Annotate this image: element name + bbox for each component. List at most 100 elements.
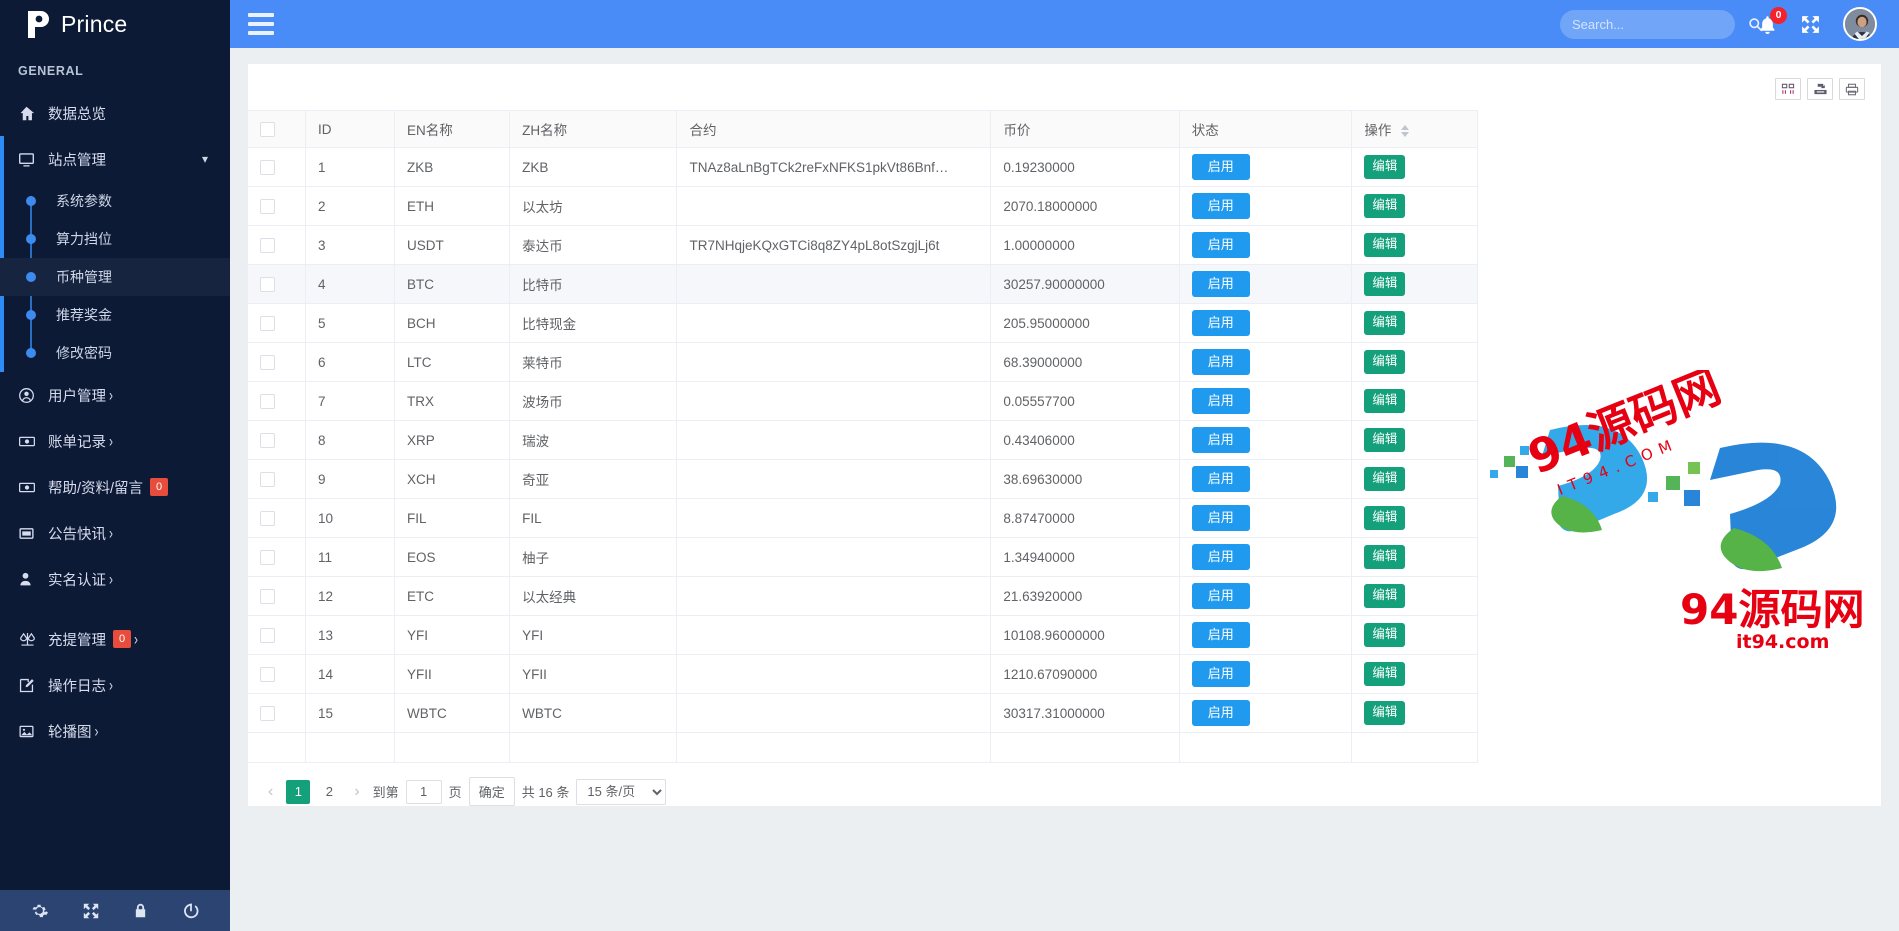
sidebar-item-site-management[interactable]: 站点管理 ▾ — [0, 136, 230, 182]
sidebar-subitem-referral-bonus[interactable]: 推荐奖金 — [0, 296, 230, 334]
enable-button[interactable]: 启用 — [1191, 699, 1250, 727]
column-header-zh-name[interactable]: ZH名称 — [509, 110, 678, 148]
row-checkbox[interactable] — [260, 627, 275, 643]
enable-button[interactable]: 启用 — [1191, 543, 1250, 571]
sidebar-subitem-change-password[interactable]: 修改密码 — [0, 334, 230, 372]
row-checkbox[interactable] — [260, 237, 275, 253]
table-row[interactable]: 15 WBTC WBTC 30317.31000000 启用 编辑 — [248, 693, 1478, 733]
power-icon[interactable] — [182, 902, 200, 920]
enable-button[interactable]: 启用 — [1191, 192, 1250, 220]
columns-icon[interactable] — [1775, 78, 1801, 100]
table-row[interactable]: 1 ZKB ZKB TNAz8aLnBgTCk2reFxNFKS1pkVt86Bnf…… — [248, 147, 1478, 187]
enable-button[interactable]: 启用 — [1191, 309, 1250, 337]
row-checkbox[interactable] — [260, 393, 275, 409]
enable-button[interactable]: 启用 — [1191, 660, 1250, 688]
row-checkbox[interactable] — [260, 705, 275, 721]
column-header-action[interactable]: 操作 — [1351, 110, 1478, 148]
edit-button[interactable]: 编辑 — [1364, 623, 1406, 647]
row-checkbox[interactable] — [260, 549, 275, 565]
table-row[interactable]: 13 YFI YFI 10108.96000000 启用 编辑 — [248, 615, 1478, 655]
row-checkbox[interactable] — [260, 354, 275, 370]
brand-logo[interactable]: Prince — [0, 0, 230, 48]
column-header-id[interactable]: ID — [305, 110, 395, 148]
column-header-contract[interactable]: 合约 — [676, 110, 992, 148]
expand-icon[interactable] — [82, 902, 100, 920]
row-checkbox[interactable] — [260, 588, 275, 604]
edit-button[interactable]: 编辑 — [1364, 584, 1406, 608]
edit-button[interactable]: 编辑 — [1364, 155, 1406, 179]
enable-button[interactable]: 启用 — [1191, 621, 1250, 649]
table-row[interactable]: 5 BCH 比特现金 205.95000000 启用 编辑 — [248, 303, 1478, 343]
row-checkbox[interactable] — [260, 159, 275, 175]
edit-button[interactable]: 编辑 — [1364, 194, 1406, 218]
row-checkbox[interactable] — [260, 471, 275, 487]
search-input[interactable] — [1572, 16, 1748, 32]
gear-icon[interactable] — [30, 901, 49, 920]
enable-button[interactable]: 启用 — [1191, 270, 1250, 298]
row-checkbox[interactable] — [260, 432, 275, 448]
avatar[interactable] — [1843, 7, 1877, 41]
sidebar-item-identity-verification[interactable]: 实名认证 › — [0, 556, 230, 602]
sidebar-item-user-management[interactable]: 用户管理 › — [0, 372, 230, 418]
page-button-2[interactable]: 2 — [317, 780, 341, 804]
table-row[interactable]: 10 FIL FIL 8.87470000 启用 编辑 — [248, 498, 1478, 538]
column-header-status[interactable]: 状态 — [1179, 110, 1353, 148]
sidebar-item-dashboard[interactable]: 数据总览 — [0, 90, 230, 136]
edit-button[interactable]: 编辑 — [1364, 389, 1406, 413]
enable-button[interactable]: 启用 — [1191, 387, 1250, 415]
sidebar-item-operation-log[interactable]: 操作日志 › — [0, 662, 230, 708]
export-icon[interactable] — [1807, 78, 1833, 100]
enable-button[interactable]: 启用 — [1191, 231, 1250, 259]
column-header-price[interactable]: 币价 — [990, 110, 1180, 148]
enable-button[interactable]: 启用 — [1191, 153, 1250, 181]
enable-button[interactable]: 启用 — [1191, 582, 1250, 610]
lock-icon[interactable] — [132, 902, 149, 920]
notifications-button[interactable]: 0 — [1757, 6, 1787, 35]
edit-button[interactable]: 编辑 — [1364, 311, 1406, 335]
row-checkbox[interactable] — [260, 510, 275, 526]
sidebar-subitem-coin-management[interactable]: 币种管理 — [0, 258, 230, 296]
sidebar-item-help-materials-messages[interactable]: 帮助/资料/留言 0 — [0, 464, 230, 510]
sidebar-item-deposit-withdraw[interactable]: 充提管理 0 › — [0, 616, 230, 662]
goto-page-input[interactable] — [405, 779, 442, 804]
edit-button[interactable]: 编辑 — [1364, 467, 1406, 491]
table-row[interactable]: 14 YFII YFII 1210.67090000 启用 编辑 — [248, 654, 1478, 694]
edit-button[interactable]: 编辑 — [1364, 350, 1406, 374]
edit-button[interactable]: 编辑 — [1364, 701, 1406, 725]
print-icon[interactable] — [1839, 78, 1865, 100]
sidebar-subitem-hashrate-tiers[interactable]: 算力挡位 — [0, 220, 230, 258]
enable-button[interactable]: 启用 — [1191, 504, 1250, 532]
row-checkbox[interactable] — [260, 198, 275, 214]
sidebar-item-carousel[interactable]: 轮播图 › — [0, 708, 230, 754]
table-row[interactable]: 4 BTC 比特币 30257.90000000 启用 编辑 — [248, 264, 1478, 304]
table-row[interactable]: 7 TRX 波场币 0.05557700 启用 编辑 — [248, 381, 1478, 421]
fullscreen-button[interactable] — [1800, 14, 1821, 35]
page-size-select[interactable]: 15 条/页30 条/页50 条/页100 条/页 — [576, 778, 667, 805]
chevron-left-icon[interactable]: ‹ — [262, 783, 279, 801]
edit-button[interactable]: 编辑 — [1364, 233, 1406, 257]
sort-icon[interactable] — [1401, 125, 1410, 138]
edit-button[interactable]: 编辑 — [1364, 428, 1406, 452]
row-checkbox[interactable] — [260, 276, 275, 292]
table-row[interactable]: 11 EOS 柚子 1.34940000 启用 编辑 — [248, 537, 1478, 577]
column-header-en-name[interactable]: EN名称 — [394, 110, 511, 148]
search-box[interactable] — [1560, 9, 1763, 39]
sidebar-item-billing-records[interactable]: 账单记录 › — [0, 418, 230, 464]
edit-button[interactable]: 编辑 — [1364, 662, 1406, 686]
table-row[interactable]: 12 ETC 以太经典 21.63920000 启用 编辑 — [248, 576, 1478, 616]
enable-button[interactable]: 启用 — [1191, 348, 1250, 376]
table-row[interactable]: 2 ETH 以太坊 2070.18000000 启用 编辑 — [248, 186, 1478, 226]
page-button-1[interactable]: 1 — [286, 779, 311, 804]
enable-button[interactable]: 启用 — [1191, 426, 1250, 454]
table-row[interactable]: 3 USDT 泰达币 TR7NHqjeKQxGTCi8q8ZY4pL8otSzgjLj… — [248, 225, 1478, 265]
edit-button[interactable]: 编辑 — [1364, 545, 1406, 569]
select-all-checkbox[interactable] — [260, 121, 275, 137]
hamburger-icon[interactable] — [248, 13, 274, 35]
chevron-right-icon[interactable]: › — [348, 783, 365, 801]
row-checkbox[interactable] — [260, 666, 275, 682]
confirm-button[interactable]: 确定 — [468, 777, 515, 806]
table-row[interactable]: 9 XCH 奇亚 38.69630000 启用 编辑 — [248, 459, 1478, 499]
edit-button[interactable]: 编辑 — [1364, 506, 1406, 530]
edit-button[interactable]: 编辑 — [1364, 272, 1406, 296]
sidebar-item-announcements[interactable]: 公告快讯 › — [0, 510, 230, 556]
